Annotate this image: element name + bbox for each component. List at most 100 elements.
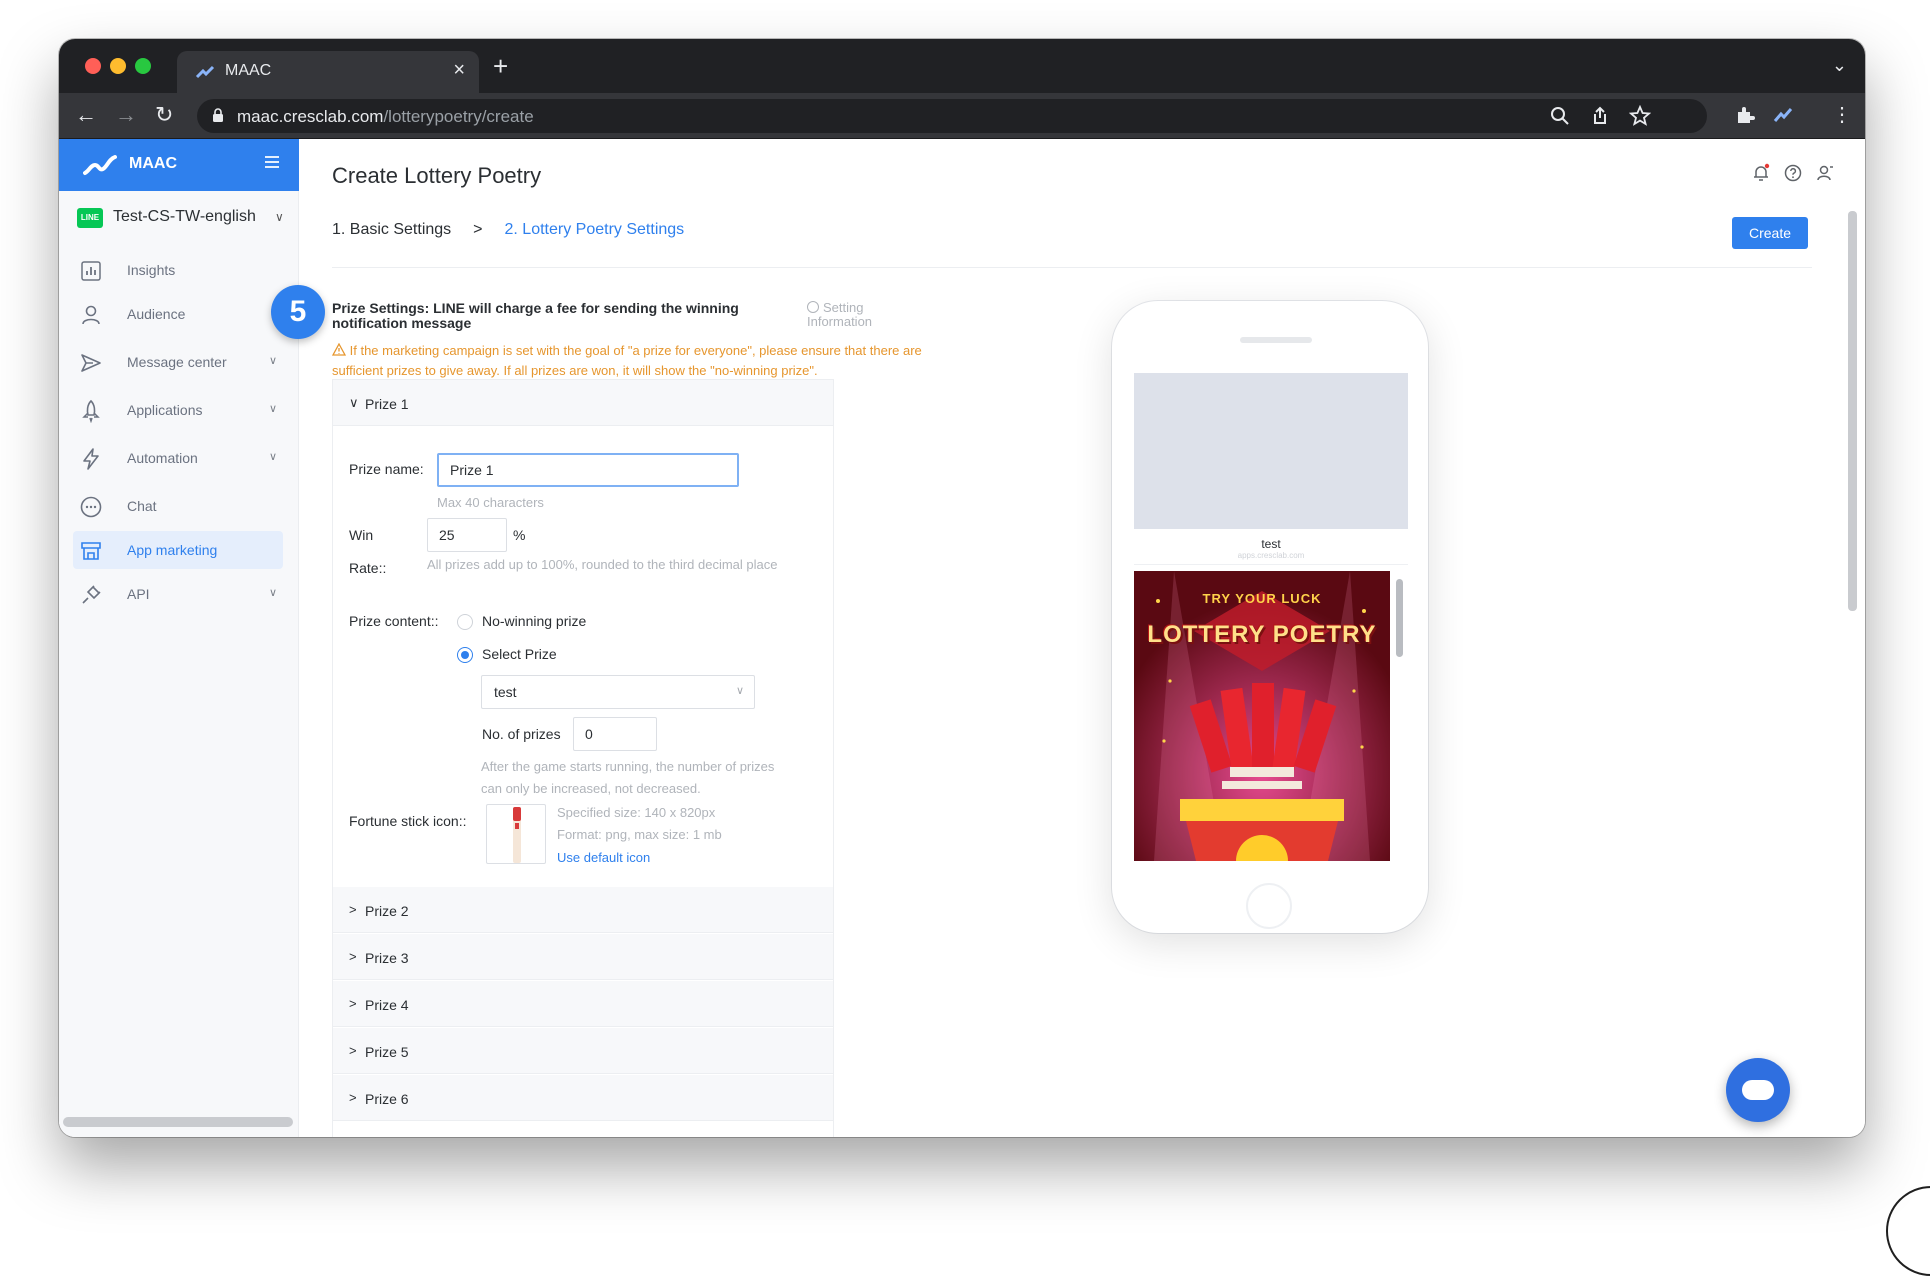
prize-2-title: Prize 2 (365, 903, 409, 919)
send-icon (81, 354, 101, 372)
maac-logo-icon (83, 155, 117, 175)
prize-1-title: Prize 1 (365, 396, 409, 412)
chat-support-button[interactable] (1726, 1058, 1790, 1122)
win-rate-input[interactable] (427, 518, 507, 552)
workspace-selector[interactable]: LINE Test-CS-TW-english ∨ (77, 203, 287, 233)
prize-name-hint: Max 40 characters (437, 495, 544, 510)
setting-info-line-1: Setting (823, 300, 864, 315)
chevron-down-icon: ∨ (275, 210, 284, 224)
create-button[interactable]: Create (1732, 217, 1808, 249)
step-lottery-poetry-settings[interactable]: 2. Lottery Poetry Settings (505, 221, 685, 238)
lightning-icon (83, 448, 99, 470)
main-vertical-scrollbar[interactable] (1848, 211, 1857, 611)
user-icon (82, 305, 100, 325)
sidebar-item-applications[interactable]: Applications ∨ (73, 391, 283, 429)
hamburger-menu-icon[interactable] (263, 153, 281, 171)
tab-search-chevron-icon[interactable]: ⌄ (1832, 55, 1847, 76)
url-host: maac.cresclab.com (237, 107, 384, 126)
tab-close-icon[interactable]: × (453, 60, 465, 80)
sidebar-item-insights[interactable]: Insights (73, 251, 283, 289)
zoom-icon[interactable] (1549, 105, 1571, 127)
chevron-down-icon: ∨ (735, 685, 744, 697)
new-tab-icon[interactable]: + (493, 53, 508, 79)
prize-6-header[interactable]: > Prize 6 (333, 1075, 833, 1121)
preview-scrollbar[interactable] (1396, 579, 1403, 657)
prize-2-header[interactable]: > Prize 2 (333, 887, 833, 933)
sidebar-item-api[interactable]: API ∨ (73, 575, 283, 613)
prize-5-header[interactable]: > Prize 5 (333, 1028, 833, 1074)
prize-6-title: Prize 6 (365, 1091, 409, 1107)
sidebar-item-label: Applications (127, 402, 203, 418)
account-icon[interactable] (1815, 163, 1835, 183)
tab-title: MAAC (225, 62, 272, 79)
help-icon[interactable] (1783, 163, 1803, 183)
sidebar-item-message-center[interactable]: Message center ∨ (73, 343, 283, 381)
prize-accordion: ∨ Prize 1 Prize name: Max 40 characters … (332, 379, 834, 1137)
chevron-down-icon: ∨ (268, 403, 277, 415)
select-prize-radio[interactable] (457, 647, 473, 663)
close-window-button[interactable] (85, 58, 101, 74)
maximize-window-button[interactable] (135, 58, 151, 74)
maac-extension-icon[interactable] (1772, 104, 1794, 126)
prize-name-label: Prize name: (349, 461, 424, 477)
prize-warning: If the marketing campaign is set with th… (331, 341, 944, 381)
number-of-prizes-label: No. of prizes (482, 726, 561, 742)
prize-3-header[interactable]: > Prize 3 (333, 934, 833, 980)
minimize-window-button[interactable] (110, 58, 126, 74)
brand-header: MAAC (59, 139, 299, 191)
phone-home-button (1246, 883, 1292, 929)
chevron-down-icon: ∨ (268, 587, 277, 599)
setting-info-line-2: Information (807, 314, 873, 329)
extensions-puzzle-icon[interactable] (1734, 104, 1756, 126)
forward-icon[interactable]: → (115, 103, 137, 127)
maac-app: MAAC LINE Test-CS-TW-english ∨ Insights (59, 139, 1865, 1137)
step-separator: > (473, 221, 483, 238)
chevron-down-icon: ∨ (349, 395, 359, 410)
sidebar-item-automation[interactable]: Automation ∨ (73, 439, 283, 477)
lottery-poetry-poster: TRY YOUR LUCK LOTTERY POETRY (1134, 571, 1390, 861)
store-icon (81, 542, 101, 560)
bar-chart-icon (81, 261, 101, 281)
page-title: Create Lottery Poetry (332, 163, 542, 188)
url-text: maac.cresclab.com/lotterypoetry/create (237, 107, 534, 127)
prize-select-dropdown[interactable]: test ∨ (481, 675, 755, 709)
share-icon[interactable] (1589, 105, 1611, 127)
sidebar-item-audience[interactable]: Audience (73, 295, 283, 333)
fortune-stick-icon (513, 807, 521, 863)
url-path: /lotterypoetry/create (383, 107, 534, 126)
prize-1-header[interactable]: ∨ Prize 1 (333, 380, 833, 426)
address-bar[interactable]: maac.cresclab.com/lotterypoetry/create (197, 99, 1707, 133)
reload-icon[interactable]: ↻ (155, 103, 173, 127)
prize-3-title: Prize 3 (365, 950, 409, 966)
sidebar-item-label: Audience (127, 306, 186, 322)
select-prize-label[interactable]: Select Prize (482, 646, 557, 662)
bookmark-star-icon[interactable] (1629, 105, 1651, 127)
sidebar-horizontal-scrollbar[interactable] (63, 1117, 293, 1127)
back-icon[interactable]: ← (75, 103, 97, 127)
preview-banner-placeholder (1134, 373, 1408, 529)
chevron-down-icon: ∨ (268, 451, 277, 463)
no-winning-prize-radio[interactable] (457, 614, 473, 630)
use-default-icon-link[interactable]: Use default icon (557, 850, 650, 865)
fortune-stick-upload[interactable] (486, 804, 546, 864)
prize-name-input[interactable] (437, 453, 739, 487)
prize-content-label: Prize content:: (349, 613, 439, 629)
notification-bell-icon[interactable] (1751, 163, 1771, 183)
prize-5-title: Prize 5 (365, 1044, 409, 1060)
sidebar-item-chat[interactable]: Chat (73, 487, 283, 525)
browser-tab[interactable]: MAAC × (177, 51, 479, 93)
step-basic-settings[interactable]: 1. Basic Settings (332, 221, 451, 238)
number-of-prizes-input[interactable] (573, 717, 657, 751)
no-winning-prize-label[interactable]: No-winning prize (482, 613, 586, 629)
chevron-right-icon: > (349, 1090, 357, 1105)
win-rate-label-line1: Win (349, 527, 374, 543)
number-of-prizes-hint: After the game starts running, the numbe… (481, 759, 775, 796)
sidebar-item-label: App marketing (127, 542, 218, 558)
chat-icon (80, 496, 102, 518)
sidebar-item-app-marketing[interactable]: App marketing (73, 531, 283, 569)
info-icon (807, 301, 819, 313)
prize-4-header[interactable]: > Prize 4 (333, 981, 833, 1027)
line-badge: LINE (77, 208, 103, 228)
browser-menu-icon[interactable]: ⋮ (1832, 103, 1852, 127)
setting-information-link[interactable]: Setting Information (807, 301, 872, 329)
